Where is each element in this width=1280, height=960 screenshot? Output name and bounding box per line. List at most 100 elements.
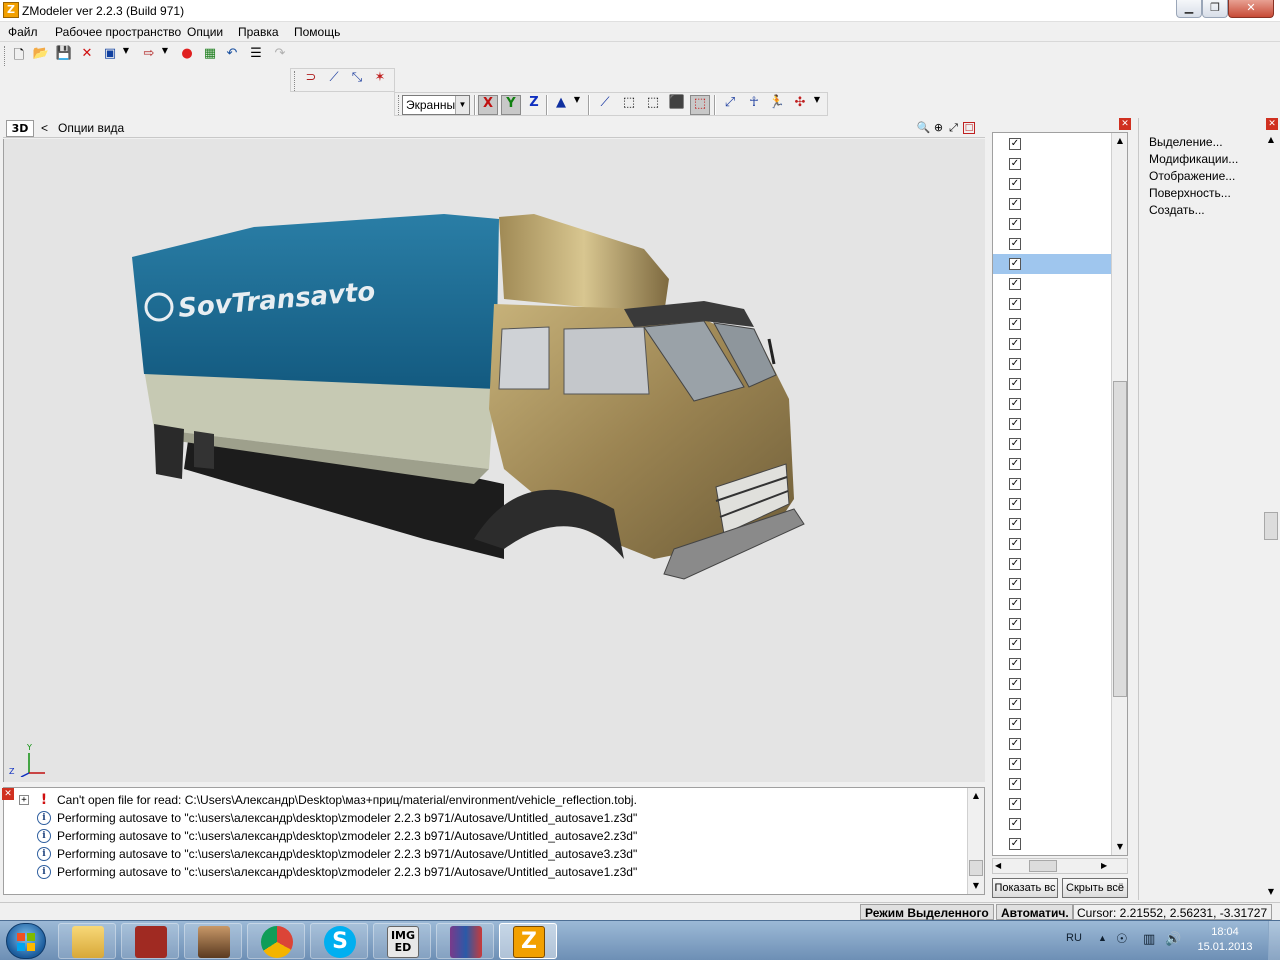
visibility-checkbox[interactable]: ✓ <box>1009 658 1021 670</box>
visibility-checkbox[interactable]: ✓ <box>1009 718 1021 730</box>
object-list-row[interactable]: ✓ <box>993 274 1111 294</box>
object-list-row[interactable]: ✓ <box>993 394 1111 414</box>
visibility-checkbox[interactable]: ✓ <box>1009 198 1021 210</box>
object-list-row[interactable]: ✓ <box>993 534 1111 554</box>
visibility-checkbox[interactable]: ✓ <box>1009 438 1021 450</box>
taskbar-winrar[interactable] <box>436 923 494 959</box>
maximize-button[interactable]: ❐ <box>1202 0 1228 18</box>
object-list-row[interactable]: ✓ <box>993 454 1111 474</box>
object-list[interactable]: ▲ ▼ ✓ ✓ ✓ ✓ ✓ ✓ ✓ ✓ ✓ ✓ ✓ ✓ ✓ ✓ ✓ ✓ ✓ ✓ ✓ ✓ ✓ ✓ ✓ ✓ ✓ ✓ ✓ ✓ ✓ ✓ ✓ ✓ ✓ ✓ ✓ ✓ <box>992 132 1128 856</box>
import-dropdown-icon[interactable]: ▼ <box>120 46 132 66</box>
taskbar-explorer[interactable] <box>58 923 116 959</box>
object-list-row[interactable]: ✓ <box>993 774 1111 794</box>
object-list-row[interactable]: ✓ <box>993 734 1111 754</box>
commands-scrollbar[interactable]: ▲ ▼ <box>1264 132 1278 900</box>
visibility-checkbox[interactable]: ✓ <box>1009 418 1021 430</box>
taskbar-img-editor[interactable]: IMG ED <box>373 923 431 959</box>
bones-tool-icon[interactable]: ✶ <box>370 70 390 90</box>
object-list-row[interactable]: ✓ <box>993 654 1111 674</box>
log-entry[interactable]: i Performing autosave to "c:\users\алекс… <box>19 863 959 881</box>
object-list-row[interactable]: ✓ <box>993 834 1111 854</box>
visibility-checkbox[interactable]: ✓ <box>1009 518 1021 530</box>
log-entry[interactable]: + ! Can't open file for read: C:\Users\А… <box>19 791 959 809</box>
select-object-icon[interactable]: ⬚ <box>690 95 710 115</box>
scroll-up-icon[interactable]: ▲ <box>1263 132 1279 148</box>
command-surface[interactable]: Поверхность... <box>1149 186 1231 200</box>
object-list-scrollbar[interactable]: ▲ ▼ <box>1111 133 1127 855</box>
command-create[interactable]: Создать... <box>1149 203 1205 217</box>
visibility-checkbox[interactable]: ✓ <box>1009 558 1021 570</box>
object-list-row[interactable]: ✓ <box>993 714 1111 734</box>
menu-edit[interactable]: Правка <box>238 25 279 39</box>
object-list-row[interactable]: ✓ <box>993 294 1111 314</box>
export-icon[interactable]: ⇨ <box>139 46 159 66</box>
scroll-up-icon[interactable]: ▲ <box>968 788 984 804</box>
3d-viewport[interactable]: SovTransavto Y Z <box>3 139 985 782</box>
status-mode[interactable]: Режим Выделенного <box>860 904 994 920</box>
visibility-checkbox[interactable]: ✓ <box>1009 818 1021 830</box>
select-box-icon[interactable]: ⬚ <box>643 95 663 115</box>
tray-expand-icon[interactable]: ▲ <box>1098 933 1107 960</box>
object-list-row[interactable]: ✓ <box>993 154 1111 174</box>
run-tool-icon[interactable]: 🏃 <box>767 95 787 115</box>
taskbar-chrome[interactable] <box>247 923 305 959</box>
toolbar-grip[interactable] <box>294 71 297 91</box>
object-list-row[interactable]: ✓ <box>993 514 1111 534</box>
log-close-icon[interactable]: ✕ <box>2 788 14 800</box>
view-options-label[interactable]: Опции вида <box>58 121 124 135</box>
edge-tool-icon[interactable]: ⤡ <box>347 70 367 90</box>
axis-z-toggle[interactable]: Z <box>524 95 544 115</box>
object-list-row[interactable]: ✓ <box>993 434 1111 454</box>
scroll-thumb[interactable] <box>1113 381 1127 697</box>
toolbar-grip[interactable] <box>398 95 401 115</box>
zoom-extents-icon[interactable]: ⊕ <box>931 120 946 135</box>
object-list-row[interactable]: ✓ <box>993 314 1111 334</box>
visibility-checkbox[interactable]: ✓ <box>1009 258 1021 270</box>
scroll-down-icon[interactable]: ▼ <box>1263 884 1279 900</box>
object-panel-close-icon[interactable]: ✕ <box>1119 118 1131 130</box>
taskbar-skype[interactable]: S <box>310 923 368 959</box>
object-list-hscrollbar[interactable]: ◀ ▶ <box>992 858 1128 874</box>
select-solid-icon[interactable]: ⬛ <box>667 95 687 115</box>
visibility-checkbox[interactable]: ✓ <box>1009 478 1021 490</box>
visibility-checkbox[interactable]: ✓ <box>1009 318 1021 330</box>
object-list-row[interactable]: ✓ <box>993 794 1111 814</box>
visibility-checkbox[interactable]: ✓ <box>1009 778 1021 790</box>
view-3d-button[interactable]: 3D <box>6 120 34 137</box>
scroll-right-icon[interactable]: ▶ <box>1101 861 1107 870</box>
scroll-thumb[interactable] <box>1264 512 1278 540</box>
visibility-checkbox[interactable]: ✓ <box>1009 278 1021 290</box>
taskbar-app-red[interactable] <box>121 923 179 959</box>
view-mode-select[interactable]: Экранный ▼ <box>402 95 470 115</box>
commands-close-icon[interactable]: ✕ <box>1266 118 1278 130</box>
taskbar-zmodeler[interactable]: Z <box>499 923 557 959</box>
object-list-row[interactable]: ✓ <box>993 214 1111 234</box>
log-entry[interactable]: i Performing autosave to "c:\users\алекс… <box>19 809 959 827</box>
object-list-row[interactable]: ✓ <box>993 174 1111 194</box>
show-desktop-button[interactable] <box>1268 921 1280 960</box>
object-list-row[interactable]: ✓ <box>993 554 1111 574</box>
object-list-row[interactable]: ✓ <box>993 574 1111 594</box>
visibility-checkbox[interactable]: ✓ <box>1009 698 1021 710</box>
hide-all-button[interactable]: Скрыть всё <box>1062 878 1128 898</box>
visibility-checkbox[interactable]: ✓ <box>1009 358 1021 370</box>
object-list-row[interactable]: ✓ <box>993 354 1111 374</box>
figure-tool-icon[interactable]: ☥ <box>744 95 764 115</box>
save-icon[interactable]: 💾 <box>54 46 74 66</box>
visibility-checkbox[interactable]: ✓ <box>1009 578 1021 590</box>
object-list-row[interactable]: ✓ <box>993 494 1111 514</box>
scroll-up-icon[interactable]: ▲ <box>1112 133 1127 149</box>
multi-tool-icon[interactable]: ✣ <box>790 95 810 115</box>
object-list-row[interactable]: ✓ <box>993 614 1111 634</box>
visibility-checkbox[interactable]: ✓ <box>1009 378 1021 390</box>
scroll-down-icon[interactable]: ▼ <box>1112 839 1127 855</box>
shape-dropdown-icon[interactable]: ▼ <box>571 95 583 115</box>
menu-workspace[interactable]: Рабочее пространство <box>55 25 181 39</box>
start-button[interactable] <box>6 923 46 959</box>
menu-file[interactable]: Файл <box>8 25 38 39</box>
axis-y-toggle[interactable]: Y <box>501 95 521 115</box>
scroll-left-icon[interactable]: ◀ <box>995 861 1001 870</box>
visibility-checkbox[interactable]: ✓ <box>1009 238 1021 250</box>
volume-icon[interactable]: 🔊 <box>1165 931 1181 960</box>
visibility-checkbox[interactable]: ✓ <box>1009 598 1021 610</box>
